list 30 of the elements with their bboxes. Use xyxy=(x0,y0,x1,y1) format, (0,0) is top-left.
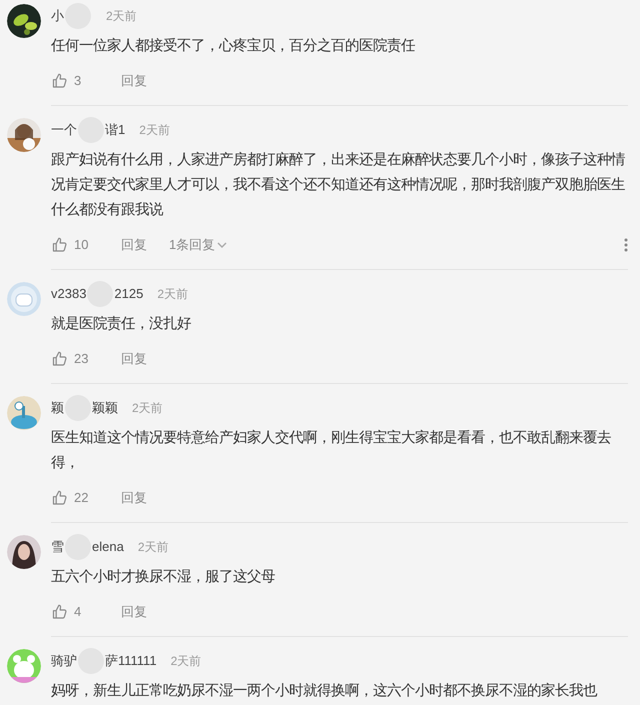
thumbs-up-icon xyxy=(51,351,68,367)
username[interactable]: 一个 xyxy=(51,120,77,140)
timestamp: 2天前 xyxy=(106,8,137,25)
chevron-down-icon xyxy=(217,241,228,249)
timestamp: 2天前 xyxy=(170,653,202,670)
thumbs-up-icon xyxy=(51,237,68,253)
comment-text: 跟产妇说有什么用，人家进产房都打麻醉了，出来还是在麻醉状态要几个小时，像孩子这种情况肯定要交代家里人才可以，我不看这个还不知道还有这种情况呢，那时我剖腹产双胞胎医生什么都没有跟我说 xyxy=(51,150,626,220)
more-icon[interactable] xyxy=(624,238,628,252)
username[interactable]: 萨111111 xyxy=(105,651,157,671)
timestamp: 2天前 xyxy=(132,400,163,417)
username[interactable]: 小 xyxy=(51,6,64,26)
timestamp: 2天前 xyxy=(157,286,188,303)
thumbs-up-icon xyxy=(51,490,68,506)
thumbs-up-icon xyxy=(51,73,68,89)
username[interactable]: v2383 xyxy=(51,284,86,304)
username[interactable]: 2125 xyxy=(114,284,144,304)
thumbs-up-icon xyxy=(51,604,68,620)
username[interactable]: elena xyxy=(92,537,124,557)
comment-text: 妈呀，新生儿正常吃奶尿不湿一两个小时就得换啊，这六个小时都不换尿不湿的家长我也 xyxy=(51,682,598,701)
timestamp: 2天前 xyxy=(139,122,170,139)
username[interactable]: 雪 xyxy=(51,537,64,557)
username[interactable]: 颖 xyxy=(51,398,64,418)
timestamp: 2天前 xyxy=(138,539,168,556)
username[interactable]: 谐1 xyxy=(105,120,126,140)
username[interactable]: 颖颖 xyxy=(92,398,118,418)
username[interactable]: 骑驴 xyxy=(51,651,77,671)
comment-text: 五六个小时才换尿不湿，服了这父母 xyxy=(51,568,276,587)
comment-text: 医生知道这个情况要特意给产妇家人交代啊，刚生得宝宝大家都是看看，也不敢乱翻来覆去得， xyxy=(51,428,612,473)
comment-text: 就是医院责任，没扎好 xyxy=(51,315,192,334)
comment-text: 任何一位家人都接受不了，心疼宝贝，百分之百的医院责任 xyxy=(51,36,416,56)
